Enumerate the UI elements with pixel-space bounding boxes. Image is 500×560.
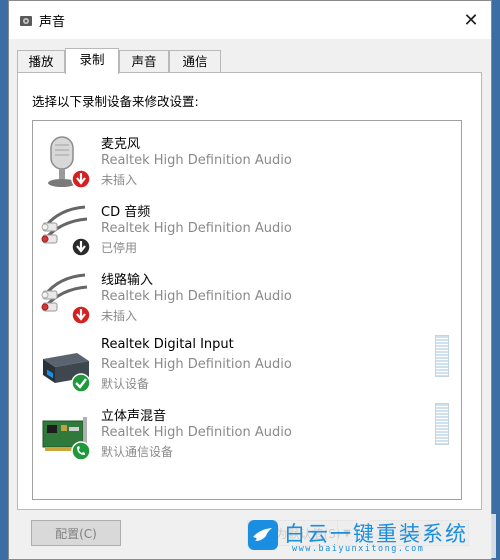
device-name: 线路输入 (101, 273, 154, 288)
device-driver: Realtek High Definition Audio (101, 357, 292, 372)
device-status: 未插入 (101, 309, 138, 323)
set-default-button[interactable]: 设为默认值(S) ▼ (247, 520, 357, 546)
tab-recording[interactable]: 录制 (65, 48, 119, 74)
configure-button[interactable]: 配置(C) (31, 520, 121, 546)
unplugged-badge-icon (71, 169, 91, 189)
default-comm-phone-icon (71, 441, 91, 461)
device-item-stereo-mix[interactable]: 立体声混音 Realtek High Definition Audio 默认通信… (33, 401, 461, 469)
default-check-icon (71, 373, 91, 393)
device-status: 已停用 (101, 241, 138, 255)
device-status: 未插入 (101, 173, 138, 187)
chevron-down-icon[interactable]: ▼ (337, 521, 356, 545)
disabled-badge-icon (71, 237, 91, 257)
tab-communications[interactable]: 通信 (169, 50, 221, 72)
device-name: Realtek Digital Input (101, 337, 234, 352)
device-driver: Realtek High Definition Audio (101, 153, 292, 168)
device-name: 立体声混音 (101, 409, 167, 424)
set-default-label: 设为默认值(S) (263, 527, 341, 541)
device-driver: Realtek High Definition Audio (101, 289, 292, 304)
device-status: 默认设备 (101, 377, 150, 391)
level-meter (435, 335, 449, 377)
device-driver: Realtek High Definition Audio (101, 221, 292, 236)
level-meter (435, 403, 449, 445)
title-bar: 声音 ✕ (9, 1, 491, 39)
device-item-line-in[interactable]: 线路输入 Realtek High Definition Audio 未插入 (33, 265, 461, 333)
device-list[interactable]: 麦克风 Realtek High Definition Audio 未插入 CD… (32, 120, 462, 500)
tab-sounds[interactable]: 声音 (119, 50, 169, 72)
unplugged-badge-icon (71, 305, 91, 325)
window-title: 声音 (39, 15, 66, 30)
properties-button[interactable]: 属性(P) (369, 520, 469, 546)
recording-panel: 选择以下录制设备来修改设置: 麦克风 Realtek High Definiti… (17, 72, 482, 510)
device-item-digital-input[interactable]: Realtek Digital Input Realtek High Defin… (33, 333, 461, 401)
device-name: 麦克风 (101, 137, 141, 152)
device-driver: Realtek High Definition Audio (101, 425, 292, 440)
device-item-microphone[interactable]: 麦克风 Realtek High Definition Audio 未插入 (33, 129, 461, 197)
device-item-cd-audio[interactable]: CD 音频 Realtek High Definition Audio 已停用 (33, 197, 461, 265)
tab-playback[interactable]: 播放 (17, 50, 65, 72)
device-status: 默认通信设备 (101, 445, 174, 459)
speaker-icon (20, 16, 32, 26)
close-icon: ✕ (463, 9, 479, 31)
instruction-text: 选择以下录制设备来修改设置: (32, 94, 199, 109)
sound-dialog: 声音 ✕ 播放 录制 声音 通信 选择以下录制设备来修改设置: 麦克风 Real… (8, 0, 492, 560)
close-button[interactable]: ✕ (451, 1, 491, 39)
device-name: CD 音频 (101, 205, 151, 220)
